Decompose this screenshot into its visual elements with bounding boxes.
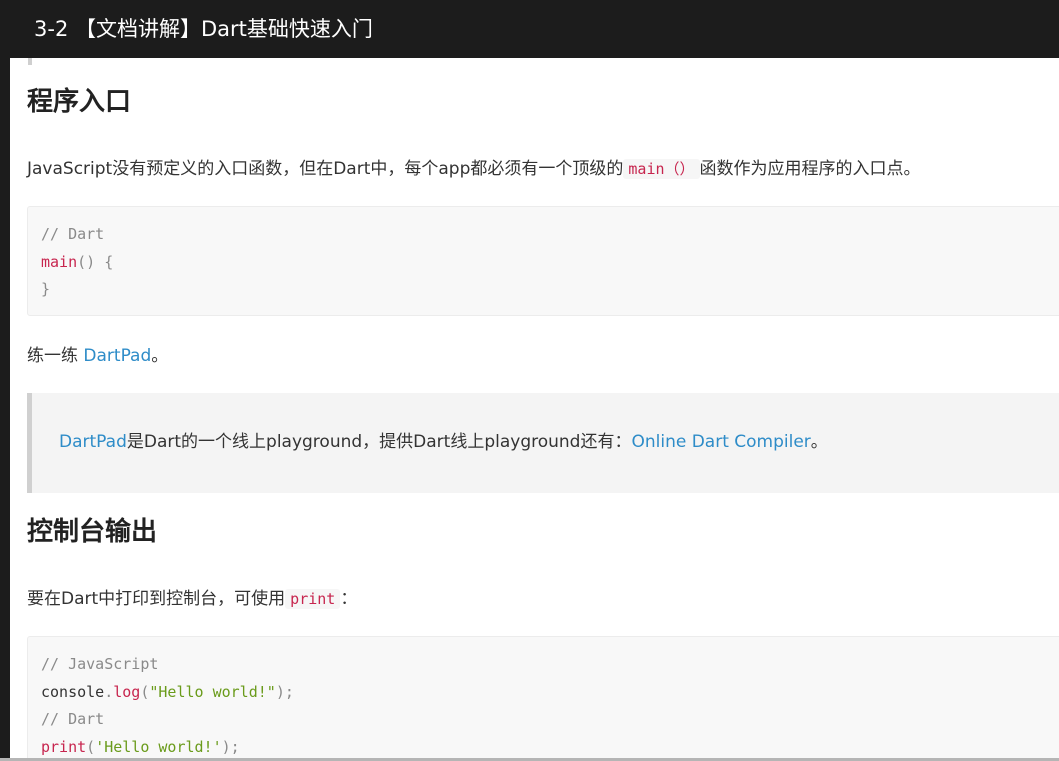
console-output-paragraph: 要在Dart中打印到控制台，可使用 print： xyxy=(27,586,357,612)
section-heading-entry-point: 程序入口 xyxy=(27,87,132,117)
code-punctuation: ); xyxy=(275,682,294,701)
code-punctuation: ); xyxy=(221,737,240,756)
code-comment: // Dart xyxy=(41,710,105,728)
section-heading-console-output: 控制台输出 xyxy=(27,517,158,547)
practice-suffix: 。 xyxy=(151,346,169,366)
code-punctuation: () { xyxy=(77,252,114,271)
code-comment: // JavaScript xyxy=(41,655,159,673)
window-title: 3-2 【文档讲解】Dart基础快速入门 xyxy=(0,0,1059,58)
code-string: 'Hello world!' xyxy=(95,737,222,756)
code-string: "Hello world!" xyxy=(149,682,276,701)
note-text: DartPad是Dart的一个线上playground，提供Dart线上play… xyxy=(59,429,828,455)
code-comment: // Dart xyxy=(41,225,105,243)
code-function-name: main xyxy=(41,252,78,271)
note-suffix: 。 xyxy=(810,432,828,452)
code-object: console xyxy=(41,682,105,701)
console-text-before: 要在Dart中打印到控制台，可使用 xyxy=(27,589,286,609)
practice-paragraph: 练一练 DartPad。 xyxy=(27,343,168,369)
note-blockquote: DartPad是Dart的一个线上playground，提供Dart线上play… xyxy=(27,393,1059,493)
document-page: 程序入口 JavaScript没有预定义的入口函数，但在Dart中，每个app都… xyxy=(10,58,1059,758)
dartpad-link[interactable]: DartPad xyxy=(83,346,151,366)
code-block-console-output: // JavaScript console.log ( "Hello world!"… xyxy=(27,636,1059,758)
console-text-after: ： xyxy=(340,589,358,609)
entry-point-paragraph: JavaScript没有预定义的入口函数，但在Dart中，每个app都必须有一个… xyxy=(27,156,921,182)
code-block-dart-main: // Dart main() { } xyxy=(27,206,1059,316)
code-function-name: log xyxy=(113,682,141,701)
inline-code-main: main（） xyxy=(623,159,700,179)
code-punctuation: } xyxy=(41,280,51,298)
online-dart-compiler-link[interactable]: Online Dart Compiler xyxy=(631,432,810,452)
code-punctuation: . xyxy=(104,682,114,701)
note-body: 是Dart的一个线上playground，提供Dart线上playground还… xyxy=(126,432,632,452)
inline-code-print: print xyxy=(285,589,341,609)
entry-point-text-before: JavaScript没有预定义的入口函数，但在Dart中，每个app都必须有一个… xyxy=(27,159,624,179)
entry-point-text-after: 函数作为应用程序的入口点。 xyxy=(699,159,921,179)
dartpad-note-link[interactable]: DartPad xyxy=(59,432,127,452)
practice-text: 练一练 xyxy=(27,346,84,366)
blockquote-edge-marker xyxy=(28,58,32,65)
code-function-name: print xyxy=(41,737,87,756)
code-punctuation: ( xyxy=(86,737,96,756)
